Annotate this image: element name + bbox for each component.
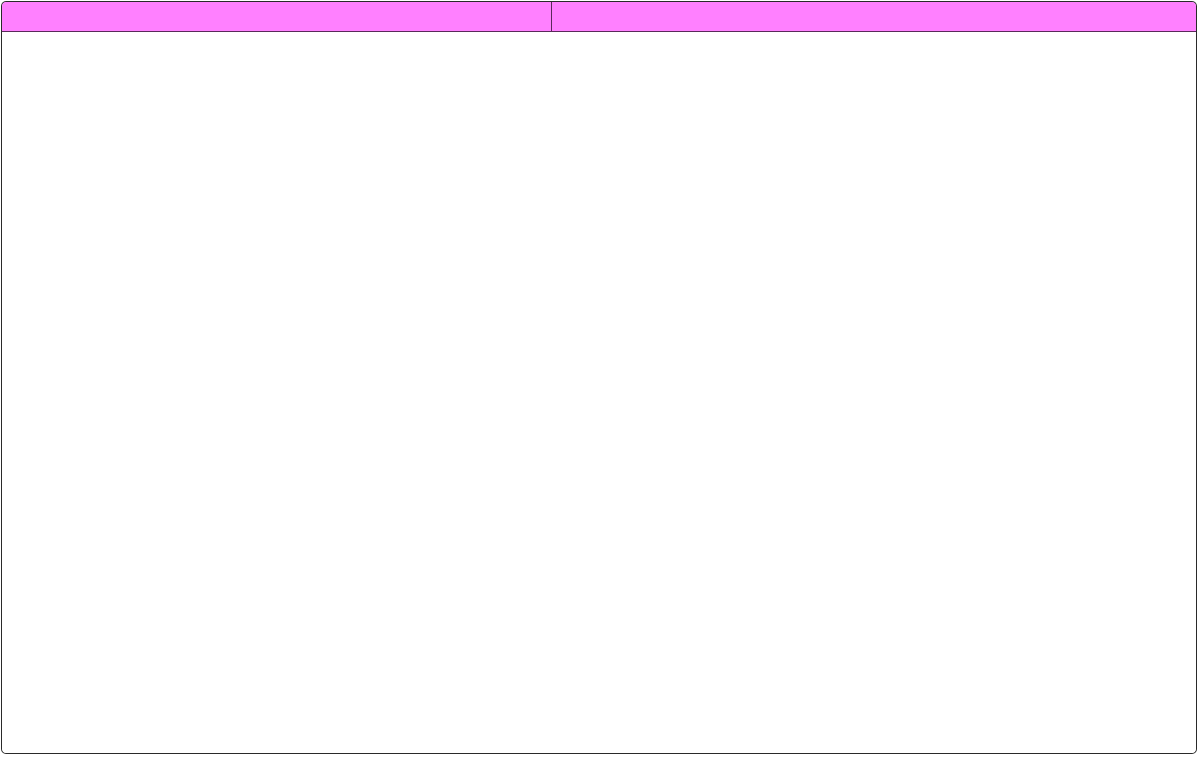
tab-left[interactable] bbox=[2, 2, 552, 31]
tab-bar bbox=[2, 2, 1196, 32]
content-area bbox=[2, 32, 1196, 753]
tab-right[interactable] bbox=[552, 2, 1196, 31]
window-frame bbox=[1, 1, 1197, 754]
